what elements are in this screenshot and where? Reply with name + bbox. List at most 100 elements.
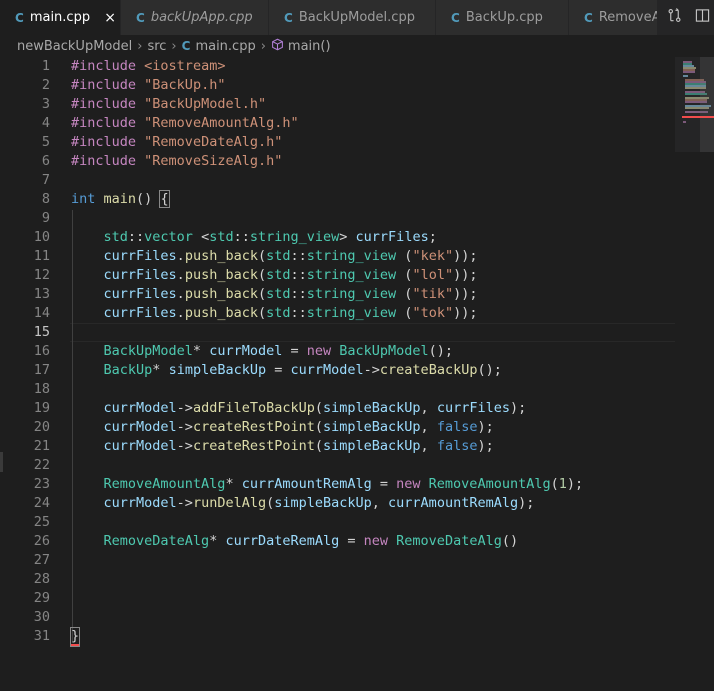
- line-number: 12: [33, 267, 50, 283]
- line-number: 23: [33, 476, 50, 492]
- tab-label: BackUp.cpp: [465, 10, 543, 25]
- cpp-file-icon: C: [136, 10, 145, 25]
- code-line: BackUpModel* currModel = new BackUpModel…: [103, 343, 454, 359]
- code-line: currFiles.push_back(std::string_view ("l…: [103, 267, 478, 283]
- line-number: 27: [33, 552, 50, 568]
- line-number: 3: [41, 96, 50, 112]
- code-line: #include <iostream>: [71, 58, 226, 74]
- tab-label: backUpApp.cpp: [150, 10, 253, 25]
- tab-backupapp-cpp[interactable]: C backUpApp.cpp: [121, 0, 269, 35]
- tab-label: main.cpp: [29, 10, 91, 25]
- tab-label: RemoveAr: [598, 10, 657, 25]
- code-line: currModel->addFileToBackUp(simpleBackUp,…: [103, 400, 527, 416]
- close-icon[interactable]: ×: [102, 10, 118, 26]
- line-number: 7: [41, 172, 50, 188]
- code-content[interactable]: #include <iostream> #include "BackUp.h" #i…: [69, 57, 675, 647]
- code-line: currFiles.push_back(std::string_view ("t…: [103, 305, 478, 321]
- code-line: currFiles.push_back(std::string_view ("k…: [103, 248, 478, 264]
- line-number: 20: [33, 419, 50, 435]
- tab-backupmodel-cpp[interactable]: C BackUpModel.cpp: [269, 0, 436, 35]
- line-number: 22: [33, 457, 50, 473]
- breadcrumb-symbol[interactable]: main(): [288, 39, 331, 54]
- line-number: 11: [33, 248, 50, 264]
- line-number: 21: [33, 438, 50, 454]
- line-number: 16: [33, 343, 50, 359]
- code-line: currModel->createRestPoint(simpleBackUp,…: [103, 419, 494, 435]
- line-number: 31: [33, 628, 50, 644]
- line-number: 25: [33, 514, 50, 530]
- line-number: 24: [33, 495, 50, 511]
- line-number: 17: [33, 362, 50, 378]
- minimap-error-marker: [682, 116, 714, 118]
- cpp-file-icon: C: [284, 10, 293, 25]
- code-line: #include "RemoveAmountAlg.h": [71, 115, 299, 131]
- scrollbar-thumb[interactable]: [700, 57, 714, 152]
- line-number: 14: [33, 305, 50, 321]
- code-line: }: [69, 627, 81, 647]
- line-number-gutter: 1 2 3 4 5 6 7 8 9 10 11 12 13 14 15 16 17 18 19 20 21 22 23 24 2…: [0, 57, 50, 646]
- line-number: 5: [41, 134, 50, 150]
- cpp-file-icon: C: [181, 39, 191, 53]
- line-number: 13: [33, 286, 50, 302]
- split-editor-icon[interactable]: [690, 8, 714, 27]
- breadcrumb: newBackUpModel › src › C main.cpp › main…: [0, 35, 714, 57]
- code-line: RemoveAmountAlg* currAmountRemAlg = new …: [103, 476, 584, 492]
- code-line: #include "BackUp.h": [71, 77, 226, 93]
- code-line: std::vector <std::string_view> currFiles…: [103, 229, 437, 245]
- tab-backup-cpp[interactable]: C BackUp.cpp: [436, 0, 569, 35]
- cube-icon: [271, 38, 284, 55]
- line-number: 26: [33, 533, 50, 549]
- line-number: 15: [33, 324, 50, 340]
- chevron-right-icon: ›: [260, 38, 266, 54]
- line-number: 9: [41, 210, 50, 226]
- compare-changes-icon[interactable]: [662, 8, 686, 27]
- tab-label: BackUpModel.cpp: [298, 10, 415, 25]
- breadcrumb-subfolder[interactable]: src: [147, 39, 166, 54]
- line-number: 6: [41, 153, 50, 169]
- line-number: 29: [33, 590, 50, 606]
- code-line: #include "RemoveDateAlg.h": [71, 134, 283, 150]
- tab-removeamountalg-cpp[interactable]: C RemoveAr: [569, 0, 658, 35]
- editor-actions: [658, 0, 714, 35]
- line-number: 18: [33, 381, 50, 397]
- line-number: 28: [33, 571, 50, 587]
- code-line: BackUp* simpleBackUp = currModel->create…: [103, 362, 502, 378]
- cpp-file-icon: C: [15, 10, 24, 25]
- line-number: 2: [41, 77, 50, 93]
- breadcrumb-folder[interactable]: newBackUpModel: [17, 39, 132, 54]
- panel-edge: [0, 452, 3, 472]
- line-number: 1: [41, 58, 50, 74]
- line-number: 30: [33, 609, 50, 625]
- minimap-line: [683, 75, 689, 77]
- tab-main-cpp[interactable]: C main.cpp ×: [0, 0, 121, 35]
- code-line: currFiles.push_back(std::string_view ("t…: [103, 286, 478, 302]
- chevron-right-icon: ›: [137, 38, 143, 54]
- editor-tab-bar: C main.cpp × C backUpApp.cpp C BackUpMod…: [0, 0, 714, 35]
- code-line: currModel->createRestPoint(simpleBackUp,…: [103, 438, 494, 454]
- code-line: currModel->runDelAlg(simpleBackUp, currA…: [103, 495, 535, 511]
- cpp-file-icon: C: [451, 10, 460, 25]
- code-line: int main() {: [71, 190, 170, 208]
- cpp-file-icon: C: [584, 10, 593, 25]
- line-number: 8: [41, 191, 50, 207]
- line-number: 10: [33, 229, 50, 245]
- line-number: 4: [41, 115, 50, 131]
- line-number: 19: [33, 400, 50, 416]
- code-line: RemoveDateAlg* currDateRemAlg = new Remo…: [103, 533, 519, 549]
- code-line: #include "RemoveSizeAlg.h": [71, 153, 283, 169]
- chevron-right-icon: ›: [171, 38, 177, 54]
- code-editor[interactable]: 1 2 3 4 5 6 7 8 9 10 11 12 13 14 15 16 17 18 19 20 21 22 23 24 2…: [0, 57, 675, 691]
- minimap-line: [683, 71, 695, 73]
- code-line: #include "BackUpModel.h": [71, 96, 267, 112]
- breadcrumb-file[interactable]: main.cpp: [195, 39, 255, 54]
